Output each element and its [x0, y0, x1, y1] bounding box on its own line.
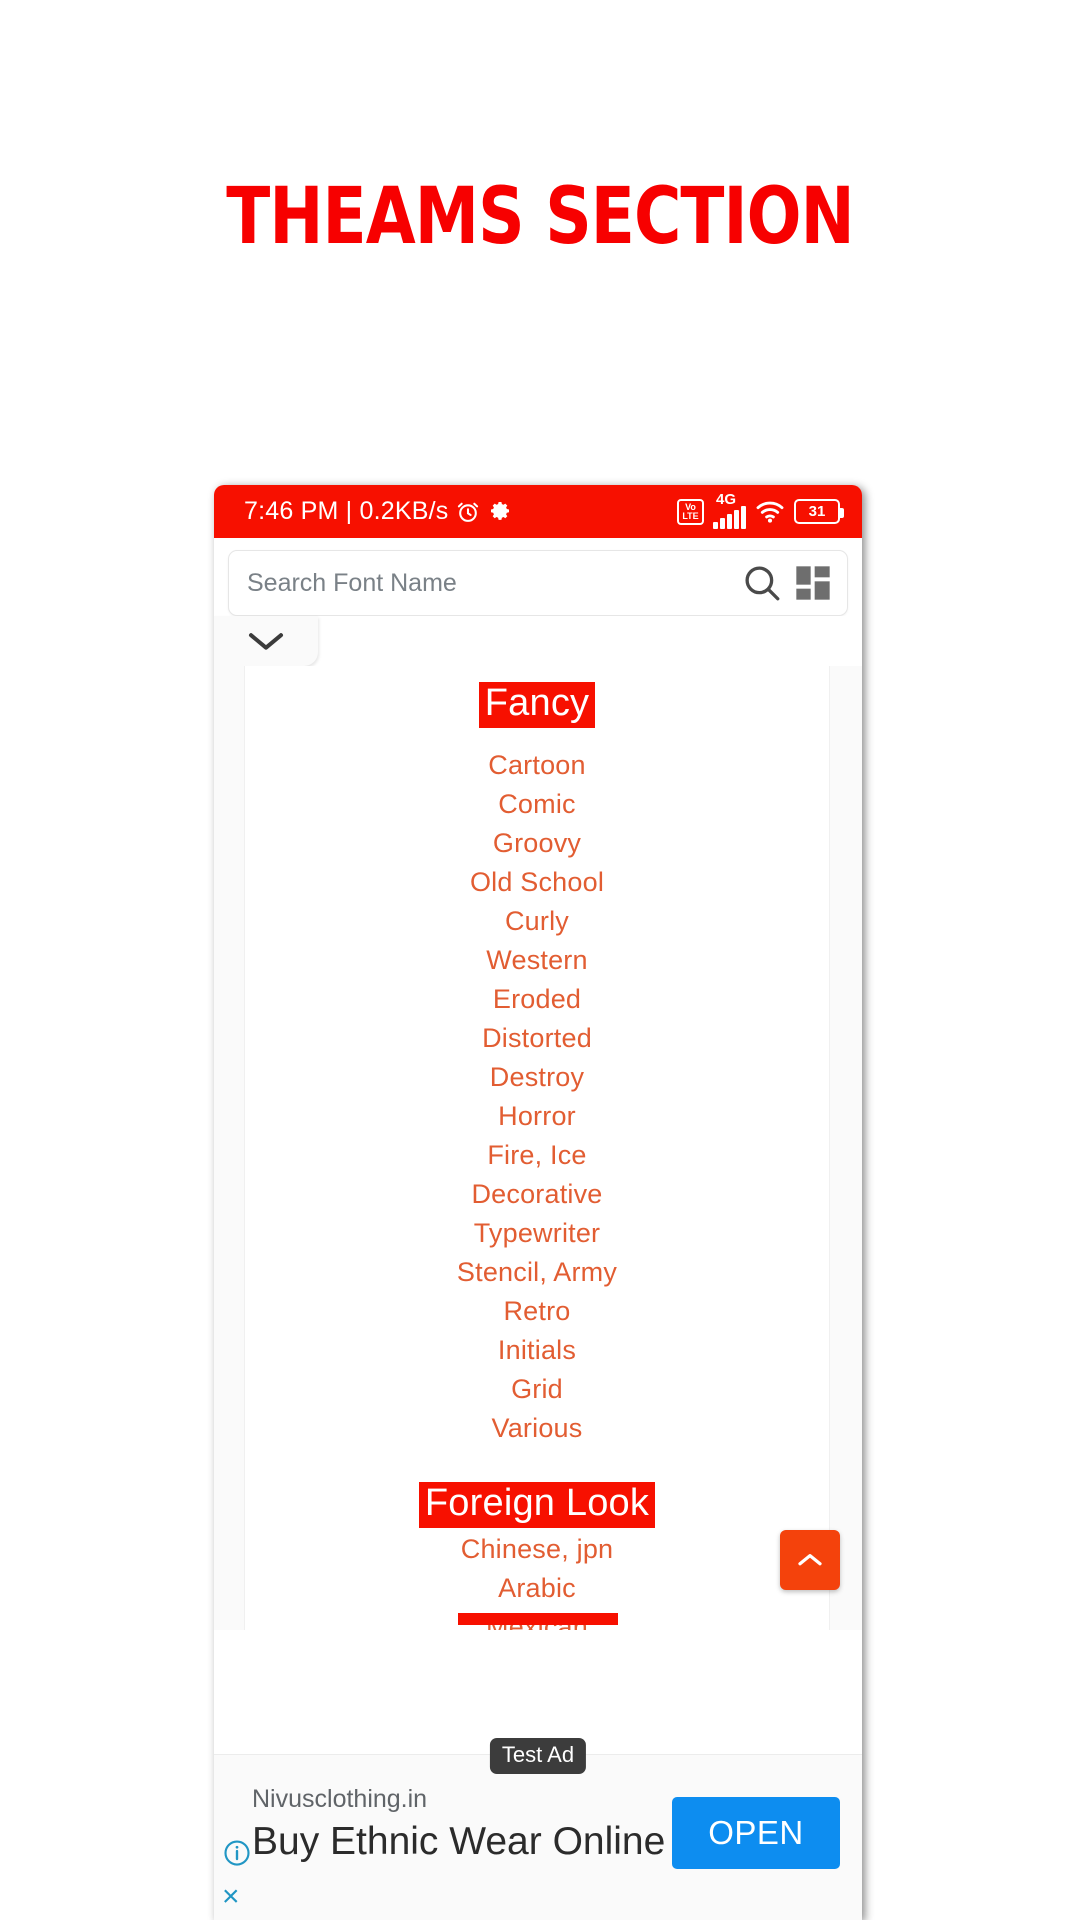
list-item[interactable]: Western [245, 941, 829, 980]
list-item[interactable]: Retro [245, 1292, 829, 1331]
volte-icon: Vo LTE [677, 498, 704, 525]
section-header: Fancy [245, 676, 829, 729]
signal-bars-icon: 4G [713, 491, 746, 529]
list-item[interactable]: Stencil, Army [245, 1253, 829, 1292]
volte-bottom-label: LTE [682, 510, 699, 521]
list-item[interactable]: Initials [245, 1331, 829, 1370]
wifi-icon [756, 501, 784, 523]
list-item[interactable]: Distorted [245, 1019, 829, 1058]
page-root: THEAMS SECTION 7:46 PM | 0.2KB/s Vo LTE … [0, 0, 1080, 1920]
network-type-label: 4G [716, 491, 737, 508]
chevron-up-icon [798, 1554, 822, 1566]
list-item[interactable]: Decorative [245, 1175, 829, 1214]
scroll-to-top-button[interactable] [780, 1530, 840, 1590]
list-item[interactable]: Destroy [245, 1058, 829, 1097]
content-scroll-area[interactable]: Fancy Cartoon Comic Groovy Old School Curly We… [214, 666, 862, 1630]
status-time-and-speed: 7:46 PM | 0.2KB/s [244, 497, 449, 525]
status-bar: 7:46 PM | 0.2KB/s Vo LTE 4G 31 [214, 485, 862, 538]
search-icon[interactable] [741, 562, 783, 604]
ad-close-icon[interactable]: × [222, 1882, 240, 1912]
list-item[interactable]: Grid [245, 1370, 829, 1409]
sections-list: Fancy Cartoon Comic Groovy Old School Curly We… [245, 666, 829, 1630]
status-bar-left: 7:46 PM | 0.2KB/s [244, 497, 512, 526]
ad-banner[interactable]: Test Ad Nivusclothing.in Buy Ethnic Wear… [214, 1738, 862, 1920]
section-item-list: Cartoon Comic Groovy Old School Curly Western… [245, 746, 829, 1448]
search-bar-container [214, 538, 862, 616]
ad-test-badge: Test Ad [489, 1738, 587, 1774]
search-box[interactable] [228, 550, 848, 616]
alarm-clock-icon [458, 502, 479, 522]
list-item[interactable]: Chinese, jpn [245, 1530, 829, 1569]
search-input[interactable] [247, 568, 741, 598]
list-item[interactable]: Comic [245, 785, 829, 824]
list-item[interactable]: Old School [245, 863, 829, 902]
chevron-down-icon [249, 633, 283, 650]
phone-mockup: 7:46 PM | 0.2KB/s Vo LTE 4G 31 Search Fo… [214, 485, 862, 1920]
status-bar-right: Vo LTE 4G 31 [677, 491, 844, 529]
section-header: Foreign Look [245, 1476, 829, 1529]
ad-open-button[interactable]: OPEN [672, 1797, 840, 1869]
list-item[interactable]: Curly [245, 902, 829, 941]
list-item[interactable]: Eroded [245, 980, 829, 1019]
next-section-header-partial [245, 1612, 829, 1630]
section-header-label: Fancy [478, 682, 596, 729]
list-item[interactable]: Cartoon [245, 746, 829, 785]
sections-card: Fancy Cartoon Comic Groovy Old School Curly We… [244, 666, 830, 1630]
collapse-toggle-button[interactable] [214, 616, 318, 666]
page-title: THEAMS SECTION [226, 172, 854, 262]
gear-icon [491, 501, 510, 520]
list-item[interactable]: Typewriter [245, 1214, 829, 1253]
list-item[interactable]: Various [245, 1409, 829, 1448]
info-icon[interactable] [222, 1838, 252, 1868]
grid-view-icon[interactable] [793, 563, 833, 603]
list-item[interactable]: Groovy [245, 824, 829, 863]
collapse-row [214, 616, 862, 666]
list-item[interactable]: Horror [245, 1097, 829, 1136]
battery-level-label: 31 [808, 503, 826, 520]
battery-icon: 31 [794, 499, 844, 524]
list-item[interactable]: Arabic [245, 1569, 829, 1608]
list-item[interactable]: Fire, Ice [245, 1136, 829, 1175]
section-header-label: Foreign Look [418, 1482, 656, 1529]
